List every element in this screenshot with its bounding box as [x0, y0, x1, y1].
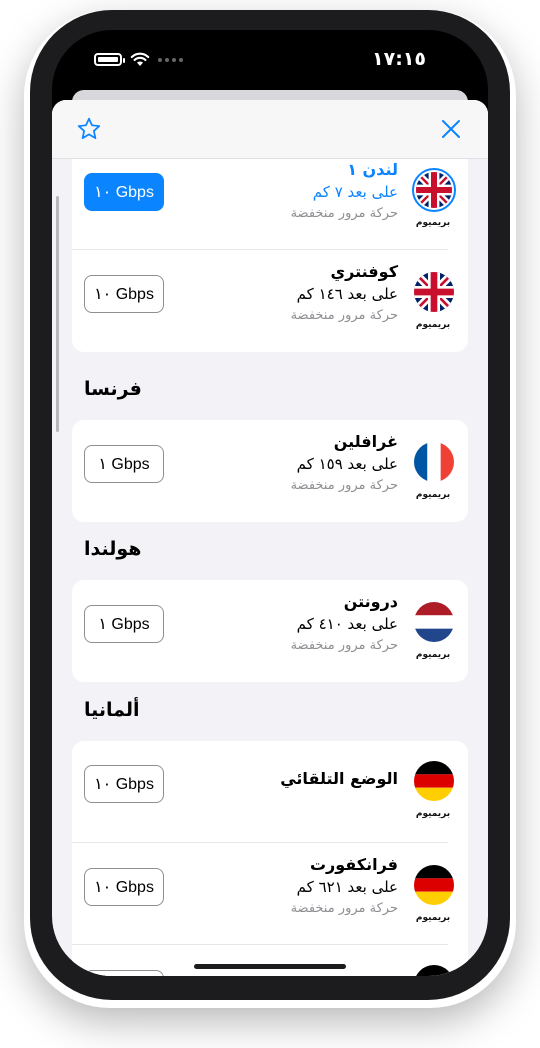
speed-button[interactable]: ١٠ Gbps [84, 765, 164, 803]
server-name: غرافلين [333, 432, 398, 451]
server-name: فرانكفورت [309, 855, 398, 874]
server-distance: على بعد ٤١٠ كم [296, 615, 398, 633]
server-list-sheet: بريميوم لندن ١ على بعد ٧ كم حركة مرور منخفض… [52, 100, 488, 976]
server-load: حركة مرور منخفضة [290, 901, 398, 916]
speed-button[interactable]: ١٠ Gbps [84, 868, 164, 906]
premium-label: بريميوم [415, 913, 451, 923]
germany-flag-icon [412, 863, 456, 907]
server-row[interactable]: بريميوم لندن ١ على بعد ٧ كم حركة مرور منخفض… [72, 148, 468, 250]
speed-button[interactable]: ١٠ Gbps [84, 173, 164, 211]
wifi-icon [130, 52, 150, 66]
speed-button[interactable]: ١ Gbps [84, 445, 164, 483]
phone-screen: ١٧:١٥ بريميوم لندن ١ على بعد ٧ كم حركة مرور… [52, 30, 488, 976]
sheet-header [52, 100, 488, 159]
server-info: درونتن على بعد ٤١٠ كم حركة مرور منخفضة [291, 592, 398, 653]
server-list: بريميوم لندن ١ على بعد ٧ كم حركة مرور منخفض… [52, 148, 488, 976]
server-group-card: بريميوم درونتن على بعد ٤١٠ كم حركة مرور منخ… [72, 580, 468, 682]
speed-button[interactable] [84, 970, 164, 976]
server-distance: على بعد ٦٢١ كم [296, 878, 398, 896]
close-button[interactable] [436, 114, 466, 144]
server-row[interactable]: بريميوم كوفنتري على بعد ١٤٦ كم حركة مرور من… [72, 250, 468, 352]
speed-button[interactable]: ١ Gbps [84, 605, 164, 643]
server-row[interactable]: بريميوم الوضع التلقائي ١٠ Gbps [72, 741, 468, 843]
premium-label: بريميوم [415, 650, 451, 660]
server-name: درونتن [343, 592, 398, 611]
close-x-icon [442, 120, 460, 138]
germany-flag-icon [412, 759, 456, 803]
server-load: حركة مرور منخفضة [290, 308, 398, 323]
netherlands-flag-icon [412, 600, 456, 644]
server-info: لندن ١ على بعد ٧ كم حركة مرور منخفضة [291, 160, 398, 221]
france-flag-icon [412, 440, 456, 484]
server-name: فالكنشتاين [310, 973, 398, 976]
server-distance: على بعد ٧ كم [312, 183, 398, 201]
scrollbar[interactable] [56, 196, 59, 432]
section-title: ألمانيا [84, 699, 140, 721]
home-indicator[interactable] [194, 964, 346, 969]
uk-flag-icon [412, 168, 456, 212]
server-info: فالكنشتاين [310, 973, 398, 976]
premium-label: بريميوم [415, 218, 451, 228]
server-distance: على بعد ١٥٩ كم [296, 455, 398, 473]
server-group-card: بريميوم غرافلين على بعد ١٥٩ كم حركة مرور من… [72, 420, 468, 522]
server-load: حركة مرور منخفضة [290, 478, 398, 493]
germany-flag-icon [412, 963, 456, 976]
server-load: حركة مرور منخفضة [290, 638, 398, 653]
server-info: كوفنتري على بعد ١٤٦ كم حركة مرور منخفضة [291, 262, 398, 323]
server-row[interactable]: بريميوم غرافلين على بعد ١٥٩ كم حركة مرور من… [72, 420, 468, 522]
server-group-card: بريميوم الوضع التلقائي ١٠ Gbps بريميوم فران… [72, 741, 468, 976]
premium-label: بريميوم [415, 320, 451, 330]
server-row[interactable]: بريميوم درونتن على بعد ٤١٠ كم حركة مرور منخ… [72, 580, 468, 682]
server-name: الوضع التلقائي [280, 769, 398, 788]
favorite-button[interactable] [74, 114, 104, 144]
server-group-card: بريميوم لندن ١ على بعد ٧ كم حركة مرور منخفض… [72, 148, 468, 352]
status-bar: ١٧:١٥ [52, 30, 488, 90]
server-distance: على بعد ١٤٦ كم [296, 285, 398, 303]
server-row[interactable]: بريميوم فرانكفورت على بعد ٦٢١ كم حركة مرور … [72, 843, 468, 945]
premium-label: بريميوم [415, 809, 451, 819]
speed-button[interactable]: ١٠ Gbps [84, 275, 164, 313]
status-time: ١٧:١٥ [372, 48, 426, 70]
cellular-signal-icon [158, 57, 183, 62]
server-info: فرانكفورت على بعد ٦٢١ كم حركة مرور منخفضة [291, 855, 398, 916]
star-outline-icon [77, 117, 101, 139]
server-name: كوفنتري [330, 262, 399, 281]
server-info: الوضع التلقائي [280, 769, 398, 788]
status-icons [94, 52, 183, 67]
server-name: لندن ١ [347, 160, 398, 179]
battery-icon [94, 53, 125, 66]
section-title: هولندا [84, 538, 142, 560]
premium-label: بريميوم [415, 490, 451, 500]
uk-flag-icon [412, 270, 456, 314]
server-row[interactable]: بريميومفالكنشتاين [72, 945, 468, 976]
section-title: فرنسا [84, 378, 142, 400]
server-load: حركة مرور منخفضة [290, 206, 398, 221]
server-info: غرافلين على بعد ١٥٩ كم حركة مرور منخفضة [291, 432, 398, 493]
